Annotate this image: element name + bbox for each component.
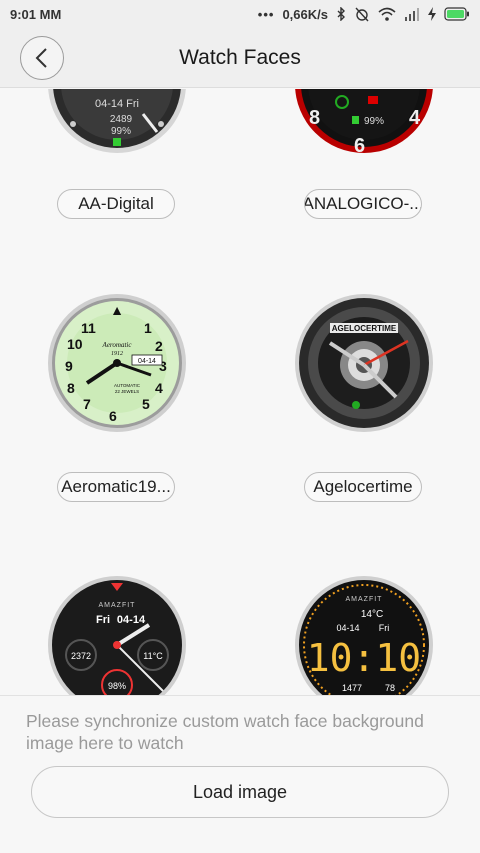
watch-face-grid[interactable]: 04-14 Fri 2489 99% AA-Digital 8 4 6 99% … [0, 89, 480, 695]
svg-text:AUTOMATIC: AUTOMATIC [114, 383, 141, 388]
svg-text:10: 10 [67, 336, 83, 352]
dots-icon: ••• [257, 6, 275, 22]
watch-face-image: ▲ 1 2 3 4 5 6 7 8 9 10 11 Aeromatic 1912… [48, 294, 186, 432]
watch-face-aa-digital[interactable]: 04-14 Fri 2489 99% [47, 89, 187, 154]
svg-text:04-14: 04-14 [336, 623, 359, 633]
svg-text:AMAZFIT: AMAZFIT [346, 596, 383, 603]
svg-text:22 JEWELS: 22 JEWELS [115, 389, 139, 394]
charging-icon [428, 7, 436, 21]
bottom-panel: Please synchronize custom watch face bac… [0, 695, 480, 853]
svg-text:04-14 Fri: 04-14 Fri [95, 98, 139, 110]
svg-text:78: 78 [385, 683, 395, 693]
watch-face-aeromatic[interactable]: ▲ 1 2 3 4 5 6 7 8 9 10 11 Aeromatic 1912… [47, 293, 187, 433]
svg-text:AMAZFIT: AMAZFIT [99, 602, 136, 609]
svg-text:10:10: 10:10 [307, 636, 421, 680]
svg-text:98%: 98% [108, 681, 126, 691]
svg-text:1912: 1912 [111, 351, 123, 357]
svg-text:9: 9 [65, 358, 73, 374]
watch-face-image: 04-14 Fri 2489 99% [48, 89, 186, 153]
svg-text:Aeromatic: Aeromatic [102, 341, 133, 349]
svg-text:2372: 2372 [71, 651, 91, 661]
svg-text:▲: ▲ [110, 302, 124, 318]
sync-hint-text: Please synchronize custom watch face bac… [26, 711, 424, 753]
svg-text:1477: 1477 [342, 683, 362, 693]
svg-text:04-14: 04-14 [138, 358, 156, 365]
watch-face-amazfit-digital[interactable]: AMAZFIT 14°C 04-14 Fri 10:10 1477 78 [294, 575, 434, 695]
svg-text:8: 8 [309, 107, 320, 129]
header: Watch Faces [0, 28, 480, 88]
load-image-button[interactable]: Load image [31, 766, 449, 818]
svg-text:2: 2 [155, 338, 163, 354]
svg-text:99%: 99% [364, 116, 384, 127]
watch-face-label[interactable]: Agelocertime [304, 472, 422, 502]
svg-text:11°C: 11°C [143, 651, 163, 661]
svg-text:11: 11 [81, 320, 96, 336]
status-time: 9:01 MM [10, 6, 62, 22]
svg-text:Fri: Fri [96, 614, 110, 626]
watch-face-label[interactable]: AA-Digital [57, 189, 175, 219]
network-speed: 0,66K/s [282, 6, 328, 22]
watch-face-analogico[interactable]: 8 4 6 99% [294, 89, 434, 154]
svg-text:6: 6 [109, 408, 117, 424]
watch-face-agelocertime[interactable]: AGELOCERTIME [294, 293, 434, 433]
watch-face-label[interactable]: Aeromatic19... [57, 472, 175, 502]
svg-text:Fri: Fri [379, 623, 390, 633]
svg-text:4: 4 [409, 107, 421, 129]
svg-text:8: 8 [67, 380, 75, 396]
watch-face-image: 8 4 6 99% [295, 89, 433, 154]
wifi-icon [378, 7, 396, 21]
alarm-off-icon [354, 6, 370, 22]
signal-icon [404, 7, 420, 21]
svg-text:4: 4 [155, 380, 163, 396]
svg-text:2489: 2489 [110, 114, 133, 125]
svg-text:7: 7 [83, 396, 91, 412]
watch-face-image: AMAZFIT Fri 04-14 2372 11°C 98% [48, 576, 186, 695]
bluetooth-icon [336, 7, 346, 21]
status-icons: ••• 0,66K/s [258, 6, 470, 22]
svg-text:14°C: 14°C [361, 609, 383, 620]
watch-face-amazfit-analog[interactable]: AMAZFIT Fri 04-14 2372 11°C 98% [47, 575, 187, 695]
svg-text:99%: 99% [111, 126, 131, 137]
status-bar: 9:01 MM ••• 0,66K/s [0, 0, 480, 28]
battery-icon [444, 7, 470, 21]
svg-text:5: 5 [142, 396, 150, 412]
watch-face-label[interactable]: ANALOGICO-... [304, 189, 422, 219]
svg-text:04-14: 04-14 [117, 614, 146, 626]
svg-text:AGELOCERTIME: AGELOCERTIME [332, 324, 397, 333]
page-title: Watch Faces [179, 46, 301, 69]
svg-text:1: 1 [144, 320, 152, 336]
svg-text:6: 6 [354, 135, 365, 154]
watch-face-image: AMAZFIT 14°C 04-14 Fri 10:10 1477 78 [295, 576, 433, 695]
watch-face-image: AGELOCERTIME [295, 294, 433, 432]
